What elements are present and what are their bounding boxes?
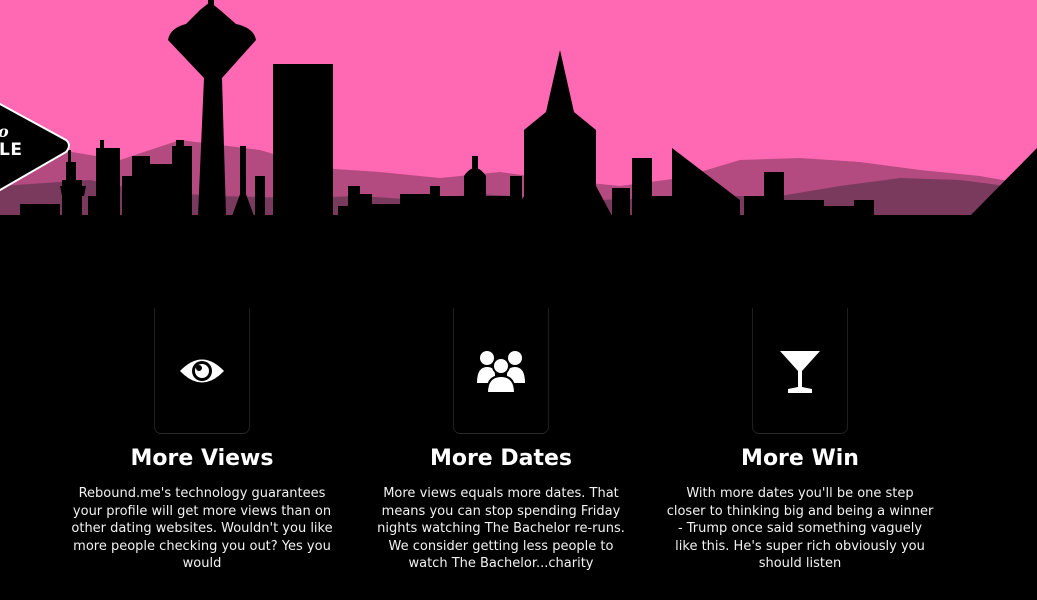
feature-icon-box	[454, 308, 548, 433]
feature-description: With more dates you'll be one step close…	[666, 486, 934, 571]
badge-text-bottom: LE	[0, 140, 23, 160]
features-section: More Views Rebound.me's technology guara…	[0, 308, 1037, 571]
feature-title: More Win	[741, 446, 859, 471]
badge-text-top: o	[0, 122, 9, 141]
feature-more-win: More Win With more dates you'll be one s…	[660, 308, 940, 573]
eye-icon	[180, 359, 224, 382]
feature-icon-box	[753, 308, 847, 433]
feature-title: More Views	[130, 446, 274, 471]
feature-icon-box	[155, 308, 249, 433]
ground	[0, 215, 1037, 260]
city-skyline-banner	[0, 0, 1037, 260]
feature-description: More views equals more dates. That means…	[377, 486, 625, 571]
users-icon	[477, 350, 525, 393]
feature-more-views: More Views Rebound.me's technology guara…	[62, 308, 342, 573]
feature-more-dates: More Dates More views equals more dates.…	[361, 308, 641, 573]
feature-title: More Dates	[429, 446, 573, 471]
page: o LE More Views Rebound.me's technology …	[0, 0, 1037, 600]
feature-description: Rebound.me's technology guarantees your …	[71, 486, 333, 571]
cocktail-glass-icon	[780, 350, 820, 393]
